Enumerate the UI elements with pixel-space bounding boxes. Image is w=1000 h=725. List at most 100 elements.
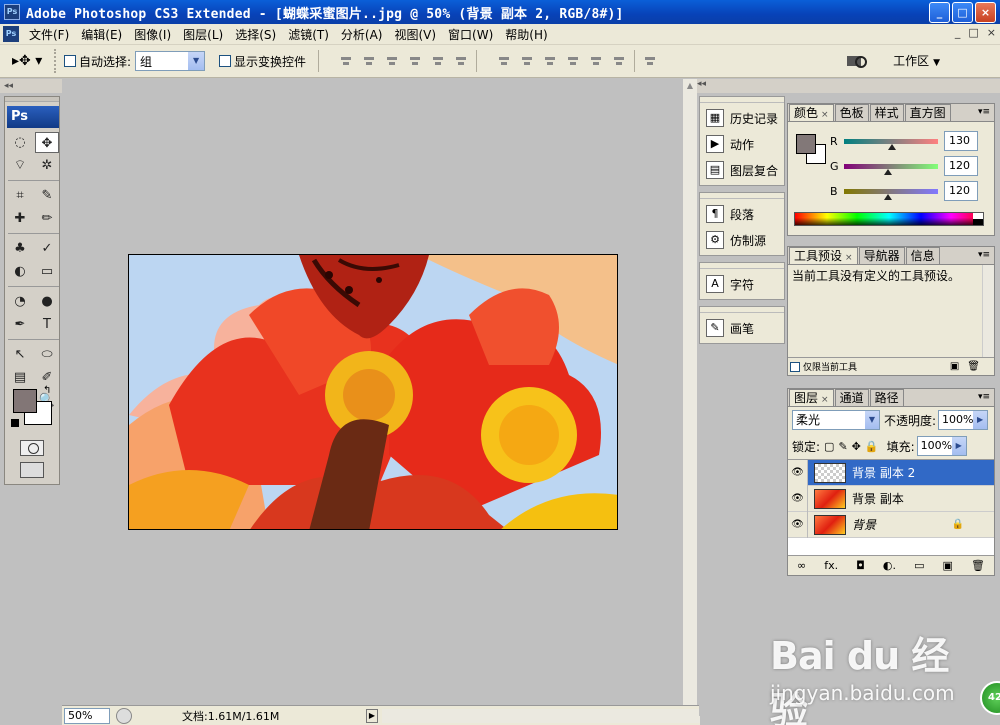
menu-window[interactable]: 窗口(W) [442, 26, 499, 43]
slider-thumb-icon[interactable] [887, 143, 896, 150]
menu-edit[interactable]: 编辑(E) [75, 26, 128, 43]
tab-paths[interactable]: 路径 [869, 389, 904, 406]
auto-align-icon[interactable] [643, 54, 657, 68]
dock-item[interactable]: A 字符 [700, 271, 784, 297]
blur-tool-icon[interactable]: ◔ [8, 291, 32, 312]
panel-menu-icon[interactable]: ▾≡ [978, 392, 990, 402]
doc-close-button[interactable]: × [987, 26, 996, 39]
menu-image[interactable]: 图像(I) [128, 26, 177, 43]
layer-row[interactable]: 👁 背景 副本 2 [788, 459, 994, 486]
photoshop-app-icon[interactable]: Ps [4, 4, 20, 20]
photoshop-logo[interactable]: Ps [7, 106, 59, 128]
foreground-color-swatch[interactable] [13, 389, 37, 413]
document-image[interactable] [128, 254, 618, 530]
scroll-up-icon[interactable]: ▲ [683, 79, 697, 93]
tab-histogram[interactable]: 直方图 [904, 104, 951, 121]
new-preset-icon[interactable]: ▣ [950, 361, 959, 372]
close-button[interactable]: × [975, 2, 996, 23]
lock-all-icon[interactable]: 🔒 [865, 440, 879, 453]
auto-select-dropdown[interactable]: 组 ▼ [135, 51, 206, 71]
slice-tool-icon[interactable]: ✎ [35, 185, 59, 206]
shape-tool-icon[interactable]: ⬭ [35, 344, 59, 365]
healing-tool-icon[interactable]: ✚ [8, 208, 32, 229]
tab-styles[interactable]: 样式 [869, 104, 904, 121]
lock-pixels-icon[interactable]: ✎ [838, 440, 847, 453]
tool-presets-list[interactable]: 当前工具没有定义的工具预设。 [788, 265, 994, 357]
new-layer-icon[interactable]: ▣ [943, 559, 953, 572]
screen-mode-button[interactable] [20, 462, 44, 478]
eraser-tool-icon[interactable]: ◐ [8, 261, 32, 282]
trash-icon[interactable]: 🗑 [971, 559, 985, 572]
status-menu-arrow-icon[interactable]: ▶ [366, 708, 378, 723]
chevron-right-icon[interactable]: ▶ [973, 411, 988, 429]
eye-icon[interactable]: 👁 [788, 511, 808, 538]
move-tool-preset-icon[interactable]: ▸✥ ▾ [12, 50, 48, 72]
lasso-tool-icon[interactable]: ⌔ [8, 155, 32, 176]
menu-view[interactable]: 视图(V) [388, 26, 442, 43]
chevron-right-icon[interactable]: ▶ [951, 437, 966, 455]
lock-position-icon[interactable]: ✥ [852, 440, 861, 453]
toolbox-header[interactable] [5, 97, 59, 102]
history-brush-tool-icon[interactable]: ✓ [35, 238, 59, 259]
auto-select-checkbox[interactable] [64, 55, 76, 67]
blend-mode-dropdown[interactable]: 柔光 ▼ [792, 410, 880, 430]
menu-filter[interactable]: 滤镜(T) [282, 26, 335, 43]
channel-value-field[interactable]: 130 [944, 131, 978, 151]
bridge-browse-icon[interactable] [846, 52, 868, 70]
dock-collapse-strip[interactable]: ◂◂ [697, 79, 1000, 93]
menu-file[interactable]: 文件(F) [23, 26, 75, 43]
toolbox-collapse-strip[interactable]: ◂◂ [0, 79, 62, 93]
tab-swatches[interactable]: 色板 [834, 104, 869, 121]
distribute-vcenter-icon[interactable] [520, 54, 534, 68]
color-spectrum-bar[interactable] [794, 212, 984, 226]
layer-style-icon[interactable]: fx. [824, 559, 838, 572]
tab-tool-presets[interactable]: 工具预设 × [789, 247, 858, 264]
magic-wand-tool-icon[interactable]: ✲ [35, 155, 59, 176]
link-layers-icon[interactable]: ∞ [797, 559, 806, 572]
trash-icon[interactable]: 🗑 [967, 361, 980, 372]
panel-menu-icon[interactable]: ▾≡ [978, 250, 990, 260]
distribute-hcenter-icon[interactable] [589, 54, 603, 68]
show-transform-checkbox[interactable] [219, 55, 232, 67]
channel-slider-track[interactable] [844, 138, 938, 150]
minimize-button[interactable]: _ [929, 2, 950, 23]
notification-badge[interactable]: 42 [980, 681, 1000, 715]
current-tool-only-checkbox[interactable] [790, 361, 800, 372]
doc-minimize-button[interactable]: _ [955, 26, 961, 39]
zoom-field[interactable]: 50% [64, 707, 110, 724]
fill-field[interactable]: 100% ▶ [916, 436, 967, 456]
color-foreground-swatch[interactable] [796, 134, 816, 154]
marquee-tool-icon[interactable]: ◌ [8, 132, 32, 153]
dock-item[interactable]: ▶ 动作 [700, 131, 784, 157]
default-colors-icon[interactable] [11, 419, 19, 427]
tab-info[interactable]: 信息 [905, 247, 940, 264]
document-ps-icon[interactable]: Ps [3, 26, 19, 42]
channel-slider-track[interactable] [844, 188, 938, 200]
layer-mask-icon[interactable]: ◘ [856, 559, 865, 572]
dock-group-header[interactable] [700, 99, 784, 103]
notes-tool-icon[interactable]: ▤ [8, 367, 32, 388]
gradient-tool-icon[interactable]: ▭ [35, 261, 59, 282]
channel-slider-track[interactable] [844, 163, 938, 175]
maximize-button[interactable]: □ [952, 2, 973, 23]
horizontal-scrollbar[interactable] [382, 708, 700, 723]
eye-icon[interactable]: 👁 [788, 459, 808, 486]
layer-row[interactable]: 👁 背景 🔒 [788, 511, 994, 538]
brush-tool-icon[interactable]: ✏ [35, 208, 59, 229]
align-left-icon[interactable] [408, 54, 422, 68]
vertical-scrollbar[interactable]: ▲ [683, 79, 697, 705]
slider-thumb-icon[interactable] [884, 168, 893, 175]
close-icon[interactable]: × [821, 395, 829, 405]
close-icon[interactable]: × [821, 110, 829, 120]
menu-help[interactable]: 帮助(H) [499, 26, 553, 43]
distribute-top-icon[interactable] [497, 54, 511, 68]
dock-item[interactable]: ¶ 段落 [700, 201, 784, 227]
dock-item[interactable]: ▤ 图层复合 [700, 157, 784, 183]
lock-transparency-icon[interactable]: ▢ [824, 440, 834, 453]
type-tool-icon[interactable]: T [35, 314, 59, 335]
pen-tool-icon[interactable]: ✒ [8, 314, 32, 335]
layer-row[interactable]: 👁 背景 副本 [788, 485, 994, 512]
menu-analysis[interactable]: 分析(A) [335, 26, 389, 43]
menu-select[interactable]: 选择(S) [229, 26, 282, 43]
status-info-icon[interactable] [116, 707, 132, 724]
